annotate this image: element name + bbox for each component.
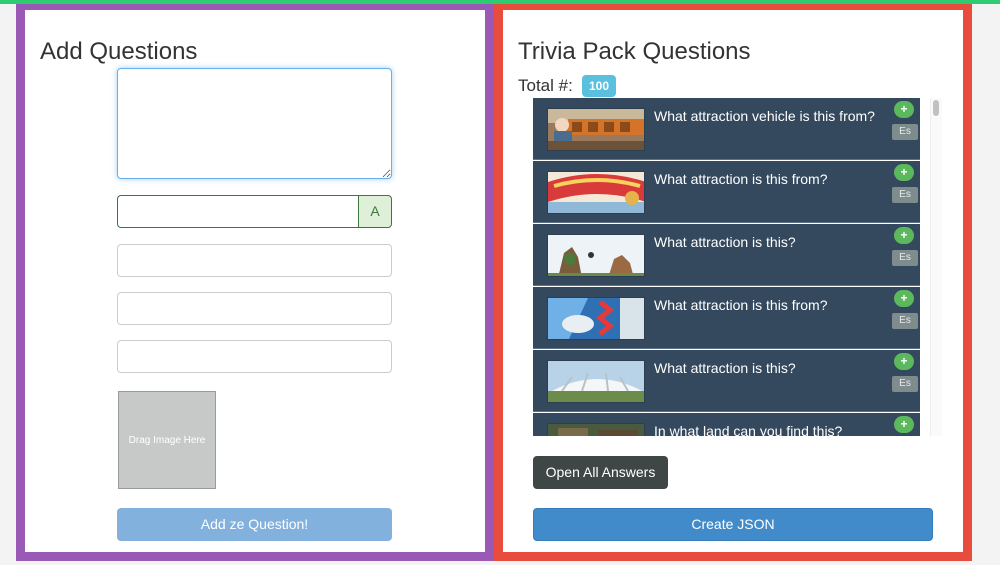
add-question-button[interactable]: Add ze Question! (117, 508, 392, 541)
spanish-language-button[interactable]: Es (892, 124, 918, 140)
dropzone-label: Drag Image Here (128, 434, 206, 446)
open-all-answers-button[interactable]: Open All Answers (533, 456, 668, 489)
spanish-language-button[interactable]: Es (892, 250, 918, 266)
question-text: What attraction is this? (654, 234, 796, 250)
wrong-answer-input-3[interactable] (117, 340, 392, 373)
image-dropzone[interactable]: Drag Image Here (118, 391, 216, 489)
wrong-answer-input-1[interactable] (117, 244, 392, 277)
question-thumbnail (547, 423, 645, 436)
scrollbar-thumb[interactable] (933, 100, 939, 116)
create-json-button[interactable]: Create JSON (533, 508, 933, 541)
expand-plus-button[interactable]: + (894, 227, 914, 244)
trivia-pack-panel: Trivia Pack Questions Total #: 100 What (494, 4, 972, 561)
expand-plus-button[interactable]: + (894, 164, 914, 181)
question-list[interactable]: What attraction vehicle is this from? + … (533, 98, 920, 436)
question-text: What attraction is this? (654, 360, 796, 376)
question-row[interactable]: What attraction is this? + Es (533, 224, 920, 286)
spanish-language-button[interactable]: Es (892, 187, 918, 203)
expand-plus-button[interactable]: + (894, 353, 914, 370)
question-row[interactable]: What attraction is this from? + Es (533, 161, 920, 223)
question-text: What attraction is this from? (654, 297, 828, 313)
spanish-language-button[interactable]: Es (892, 313, 918, 329)
question-thumbnail (547, 108, 645, 151)
answer-addon-label: A (358, 195, 392, 228)
total-count-badge: 100 (582, 75, 617, 97)
wrong-answer-input-2[interactable] (117, 292, 392, 325)
spanish-language-button[interactable]: Es (892, 376, 918, 392)
question-row[interactable]: What attraction is this? + Es (533, 350, 920, 412)
question-thumbnail (547, 360, 645, 403)
question-thumbnail (547, 297, 645, 340)
question-text: In what land can you find this? (654, 423, 843, 436)
question-text: What attraction vehicle is this from? (654, 108, 875, 124)
question-row[interactable]: In what land can you find this? + (533, 413, 920, 436)
question-text: What attraction is this from? (654, 171, 828, 187)
correct-answer-input[interactable] (117, 195, 359, 228)
question-thumbnail (547, 171, 645, 214)
question-thumbnail (547, 234, 645, 277)
add-questions-panel: Add Questions A Drag Image Here Add ze Q… (16, 4, 494, 561)
expand-plus-button[interactable]: + (894, 416, 914, 433)
question-textarea[interactable] (117, 68, 392, 179)
expand-plus-button[interactable]: + (894, 101, 914, 118)
question-row[interactable]: What attraction vehicle is this from? + … (533, 98, 920, 160)
total-label: Total #: (518, 76, 573, 95)
question-row[interactable]: What attraction is this from? + Es (533, 287, 920, 349)
trivia-pack-title: Trivia Pack Questions (518, 38, 751, 65)
add-questions-title: Add Questions (40, 38, 198, 65)
expand-plus-button[interactable]: + (894, 290, 914, 307)
question-list-scrollbar[interactable] (930, 98, 942, 436)
answer-input-group: A (117, 195, 392, 228)
